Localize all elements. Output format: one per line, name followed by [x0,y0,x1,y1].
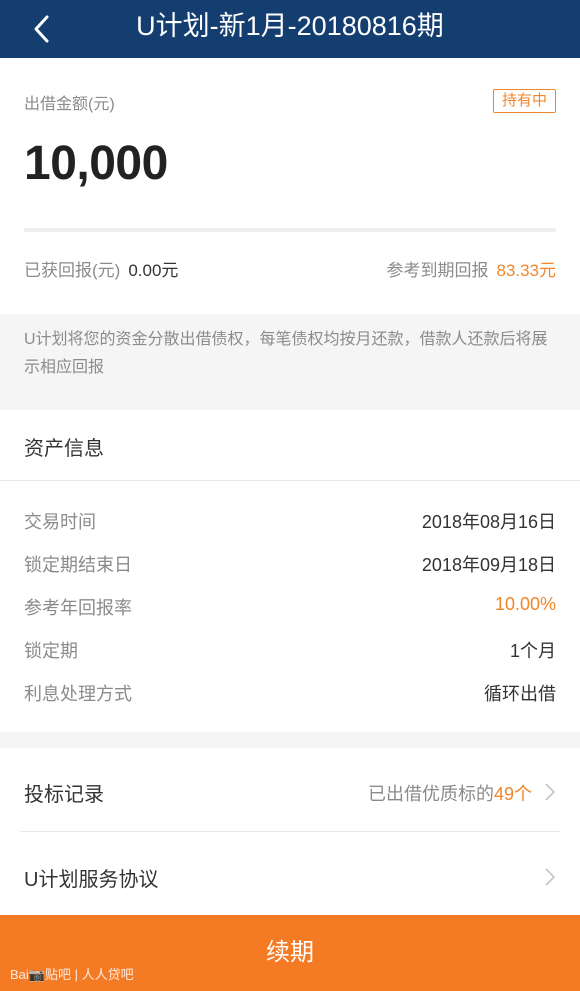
notice-box: U计划将您的资金分散出借债权，每笔债权均按月还款，借款人还款后将展示相应回报 [0,314,580,394]
asset-info-section: 资产信息 交易时间 2018年08月16日 锁定期结束日 2018年09月18日… [0,410,580,732]
bid-records-summary: 已出借优质标的49个 [368,780,532,806]
expected-value: 83.33元 [496,261,556,280]
info-label: 锁定期结束日 [24,555,132,575]
bid-records-label: 投标记录 [24,784,104,806]
links-section: 投标记录 已出借优质标的49个 U计划服务协议 [0,748,580,915]
info-value: 2018年09月18日 [421,555,556,575]
section-heading: 资产信息 [24,438,104,460]
info-row-interest-method: 利息处理方式 循环出借 [24,680,556,704]
status-badge: 持有中 [492,89,556,113]
divider [0,480,580,481]
info-label: 参考年回报率 [24,598,132,618]
divider [24,228,556,232]
bid-records-prefix: 已出借优质标的 [367,784,494,804]
info-value: 1个月 [509,641,556,661]
bid-records-link[interactable]: 投标记录 已出借优质标的49个 [0,748,580,832]
info-label: 利息处理方式 [24,684,132,704]
info-row-lock-end: 锁定期结束日 2018年09月18日 [24,551,556,575]
info-value: 循环出借 [484,684,556,704]
divider [20,831,560,832]
notice-text: U计划将您的资金分散出借债权，每笔债权均按月还款，借款人还款后将展示相应回报 [24,331,548,376]
agreement-label: U计划服务协议 [24,869,159,891]
info-row-trade-time: 交易时间 2018年08月16日 [24,508,556,532]
info-value: 2018年08月16日 [421,512,556,532]
earned-label: 已获回报(元) [24,261,121,280]
earned-value: 0.00元 [128,261,179,280]
info-row-annual-rate: 参考年回报率 10.00% [24,594,556,618]
earned-return: 已获回报(元) 0.00元 [24,256,178,281]
page-title: U计划-新1月-20180816期 [136,11,444,41]
watermark: Bai📷贴吧 | 人人贷吧 [10,967,134,982]
amount-value: 10,000 [24,137,168,190]
nav-bar: U计划-新1月-20180816期 [0,0,580,58]
expected-return: 参考到期回报 83.33元 [386,256,556,281]
expected-label: 参考到期回报 [386,261,489,280]
amount-label: 出借金额(元) [24,96,115,113]
service-agreement-link[interactable]: U计划服务协议 [0,833,580,917]
info-value: 10.00% [494,594,556,614]
summary-card: 出借金额(元) 持有中 10,000 已获回报(元) 0.00元 参考到期回报 83… [0,58,580,314]
bid-records-count: 49个 [493,784,532,804]
chevron-right-icon [545,783,556,801]
info-row-lock-period: 锁定期 1个月 [24,637,556,661]
info-label: 交易时间 [24,512,96,532]
chevron-right-icon [545,868,556,886]
info-label: 锁定期 [24,641,78,661]
